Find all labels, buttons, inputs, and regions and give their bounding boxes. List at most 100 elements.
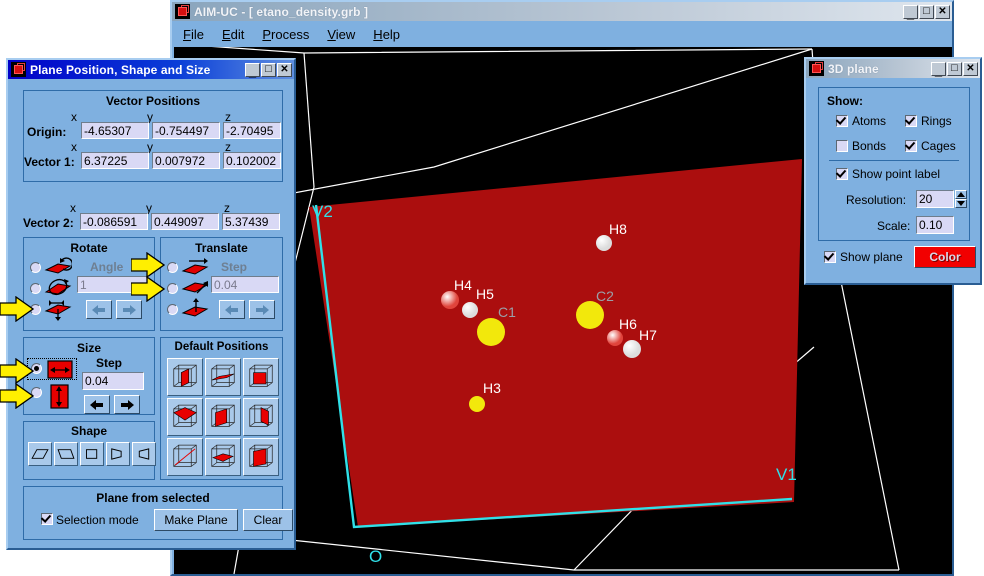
vector1-y-field[interactable]: 0.007972	[152, 152, 220, 169]
atom-h4[interactable]	[441, 291, 459, 309]
translate-normal-icon[interactable]	[181, 298, 209, 320]
maximize-button[interactable]: □	[947, 61, 962, 76]
rotate-next-button[interactable]	[116, 300, 142, 319]
rotate-normal-icon[interactable]	[44, 299, 72, 321]
menu-item-help[interactable]: Help	[364, 25, 409, 44]
rings-checkbox[interactable]	[905, 115, 917, 127]
size-width-icon[interactable]	[47, 360, 73, 379]
translate-along-v1-radio[interactable]	[167, 262, 178, 273]
default-position-8[interactable]	[205, 438, 241, 476]
maximize-button[interactable]: □	[919, 4, 934, 19]
plane-position-dialog: Plane Position, Shape and Size _ □ ✕ Vec…	[6, 58, 296, 550]
selection-mode-checkbox[interactable]	[41, 513, 53, 525]
shape-parallelogram-2[interactable]	[54, 442, 78, 466]
close-button[interactable]: ✕	[935, 4, 950, 19]
atom-h5[interactable]	[462, 302, 478, 318]
default-position-7[interactable]	[167, 438, 203, 476]
show-options-group: Show: Atoms Rings Bonds Cages Show point…	[818, 87, 970, 241]
resolution-spinner[interactable]	[955, 190, 967, 208]
show-label: Show:	[827, 94, 863, 108]
size-prev-button[interactable]	[84, 395, 110, 414]
main-window-titlebar[interactable]: AIM-UC - [ etano_density.grb ] _ □ ✕	[172, 2, 952, 21]
translate-along-normal-radio[interactable]	[167, 304, 178, 315]
vector2-z-field[interactable]: 5.37439	[222, 213, 280, 230]
shape-trapezoid-1[interactable]	[106, 442, 130, 466]
default-position-9[interactable]	[243, 438, 279, 476]
default-position-2[interactable]	[205, 358, 241, 396]
origin-z-field[interactable]: -2.70495	[223, 122, 281, 139]
vector1-z-field[interactable]: 0.102002	[223, 152, 281, 169]
origin-row-label: Origin:	[27, 125, 67, 139]
minimize-button[interactable]: _	[931, 61, 946, 77]
atom-h6[interactable]	[607, 330, 623, 346]
rotate-v1-icon[interactable]	[44, 257, 72, 277]
menu-item-file[interactable]: File	[174, 25, 213, 44]
translate-next-button[interactable]	[249, 300, 275, 319]
shape-group: Shape	[23, 421, 156, 480]
shape-trapezoid-2[interactable]	[132, 442, 156, 466]
rotate-about-v1-radio[interactable]	[30, 262, 41, 273]
scale-input[interactable]: 0.10	[916, 216, 954, 234]
translate-step-input[interactable]: 0.04	[211, 276, 279, 293]
atom-h8[interactable]	[596, 235, 612, 251]
origin-y-field[interactable]: -0.754497	[152, 122, 220, 139]
callout-arrow-translate-v2	[131, 276, 165, 302]
close-button[interactable]: ✕	[963, 61, 978, 76]
default-position-6[interactable]	[243, 398, 279, 436]
translate-v1-icon[interactable]	[181, 257, 209, 277]
translate-v2-icon[interactable]	[181, 278, 209, 298]
size-next-button[interactable]	[114, 395, 140, 414]
menu-item-process[interactable]: Process	[253, 25, 318, 44]
default-position-1[interactable]	[167, 358, 203, 396]
atom-c1[interactable]	[477, 318, 505, 346]
plane-from-selected-title: Plane from selected	[96, 491, 210, 505]
vector1-x-field[interactable]: 6.37225	[81, 152, 149, 169]
bonds-checkbox[interactable]	[836, 140, 848, 152]
rotate-v2-icon[interactable]	[44, 278, 72, 298]
cages-label: Cages	[921, 139, 956, 153]
atom-c2[interactable]	[576, 301, 604, 329]
minimize-button[interactable]: _	[245, 62, 260, 78]
atom-h3[interactable]	[469, 396, 485, 412]
cages-checkbox[interactable]	[905, 140, 917, 152]
plane3d-titlebar[interactable]: 3D plane _ □ ✕	[806, 59, 980, 78]
shape-title: Shape	[70, 424, 107, 438]
plane-dialog-titlebar[interactable]: Plane Position, Shape and Size _ □ ✕	[8, 60, 294, 79]
translate-prev-button[interactable]	[219, 300, 245, 319]
show-point-label-checkbox[interactable]	[836, 168, 848, 180]
menu-item-edit[interactable]: Edit	[213, 25, 253, 44]
clear-button[interactable]: Clear	[243, 509, 293, 531]
color-button[interactable]: Color	[914, 246, 976, 268]
rotate-about-v2-radio[interactable]	[30, 283, 41, 294]
default-position-5[interactable]	[205, 398, 241, 436]
translate-along-v2-radio[interactable]	[167, 283, 178, 294]
show-plane-checkbox[interactable]	[824, 251, 836, 263]
shape-square[interactable]	[80, 442, 104, 466]
origin-x-field[interactable]: -4.65307	[81, 122, 149, 139]
translate-title: Translate	[195, 241, 248, 255]
cube-icon	[175, 4, 190, 19]
vector-positions-group: Vector Positions x y z Origin: -4.65307 …	[23, 90, 283, 182]
menu-item-view[interactable]: View	[318, 25, 364, 44]
size-height-icon[interactable]	[50, 384, 70, 409]
minimize-button[interactable]: _	[903, 4, 918, 20]
default-position-4[interactable]	[167, 398, 203, 436]
callout-arrow-rotate-normal	[0, 296, 34, 322]
atom-h7[interactable]	[623, 340, 641, 358]
make-plane-button[interactable]: Make Plane	[154, 509, 238, 531]
atoms-checkbox[interactable]	[836, 115, 848, 127]
close-button[interactable]: ✕	[277, 62, 292, 77]
vector2-row-label: Vector 2:	[23, 216, 74, 230]
vector2-x-field[interactable]: -0.086591	[80, 213, 148, 230]
col-header-x-1: x	[71, 110, 77, 124]
cutting-plane[interactable]	[309, 159, 802, 527]
vector2-y-field[interactable]: 0.449097	[151, 213, 219, 230]
callout-arrow-size-width	[0, 358, 34, 384]
default-position-3[interactable]	[243, 358, 279, 396]
rotate-prev-button[interactable]	[86, 300, 112, 319]
maximize-button[interactable]: □	[261, 62, 276, 77]
size-step-input[interactable]: 0.04	[82, 372, 144, 390]
bonds-label: Bonds	[852, 139, 887, 153]
shape-parallelogram-1[interactable]	[28, 442, 52, 466]
resolution-input[interactable]: 20	[916, 190, 954, 208]
